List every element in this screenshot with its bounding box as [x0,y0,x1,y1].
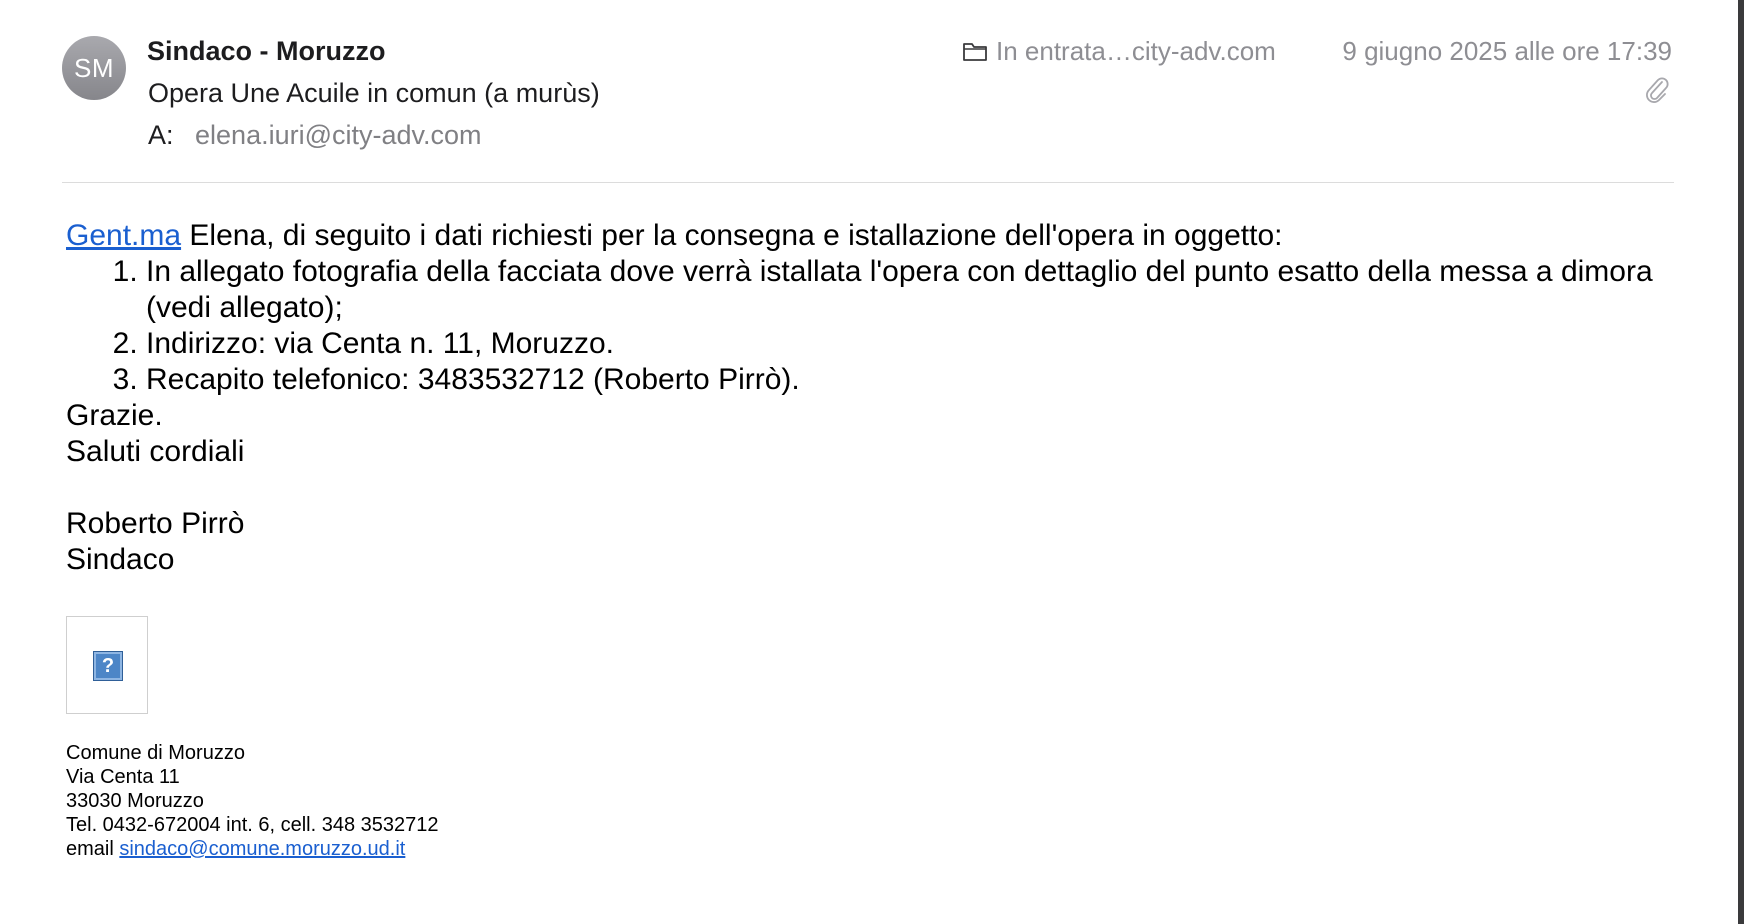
signature-email-line: email sindaco@comune.moruzzo.ud.it [66,837,439,861]
details-list: In allegato fotografia della facciata do… [66,254,1686,398]
signature-line: Comune di Moruzzo [66,742,245,764]
window-edge [1738,0,1744,924]
avatar-initials: SM [74,52,114,83]
signature-image-placeholder[interactable]: ? [66,616,148,714]
signature-block: Comune di Moruzzo Via Centa 11 33030 Mor… [66,741,439,861]
greeting-text: Elena, di seguito i dati richiesti per l… [181,219,1283,252]
to-label: A: [148,120,174,150]
email-view: SM Sindaco - Moruzzo Opera Une Acuile in… [0,0,1744,924]
recipient-address[interactable]: elena.iuri@city-adv.com [195,120,482,150]
signer-name: Roberto Pirrò [66,507,245,540]
signature-email-link[interactable]: sindaco@comune.moruzzo.ud.it [119,838,405,860]
sender-name[interactable]: Sindaco - Moruzzo [147,34,386,68]
list-item: In allegato fotografia della facciata do… [146,254,1686,326]
mailbox-label: In entrata…city-adv.com [996,35,1276,66]
list-item: Recapito telefonico: 3483532712 (Roberto… [146,362,1686,398]
list-item: Indirizzo: via Centa n. 11, Moruzzo. [146,326,1686,362]
signature-line: Tel. 0432-672004 int. 6, cell. 348 35327… [66,814,439,836]
missing-image-glyph: ? [101,654,115,677]
thanks-line: Grazie. [66,399,163,432]
greeting-line: Gent.ma Elena, di seguito i dati richies… [66,218,1686,254]
email-subject: Opera Une Acuile in comun (a murùs) [148,78,600,108]
sender-avatar[interactable]: SM [62,36,126,100]
folder-icon [963,43,987,61]
signature-line: 33030 Moruzzo [66,790,204,812]
missing-image-icon: ? [93,651,123,681]
mailbox-location[interactable]: In entrata…city-adv.com [962,34,1276,68]
greeting-link[interactable]: Gent.ma [66,219,181,252]
paperclip-icon[interactable] [1644,76,1670,104]
closing-line: Saluti cordiali [66,435,245,468]
signature-line: Via Centa 11 [66,766,180,788]
email-body: Gent.ma Elena, di seguito i dati richies… [66,218,1686,578]
email-date: 9 giugno 2025 alle ore 17:39 [1342,36,1672,66]
header-divider [62,182,1674,183]
signer-role: Sindaco [66,543,175,576]
email-label: email [66,838,120,860]
recipient-row: A: elena.iuri@city-adv.com [148,118,482,152]
